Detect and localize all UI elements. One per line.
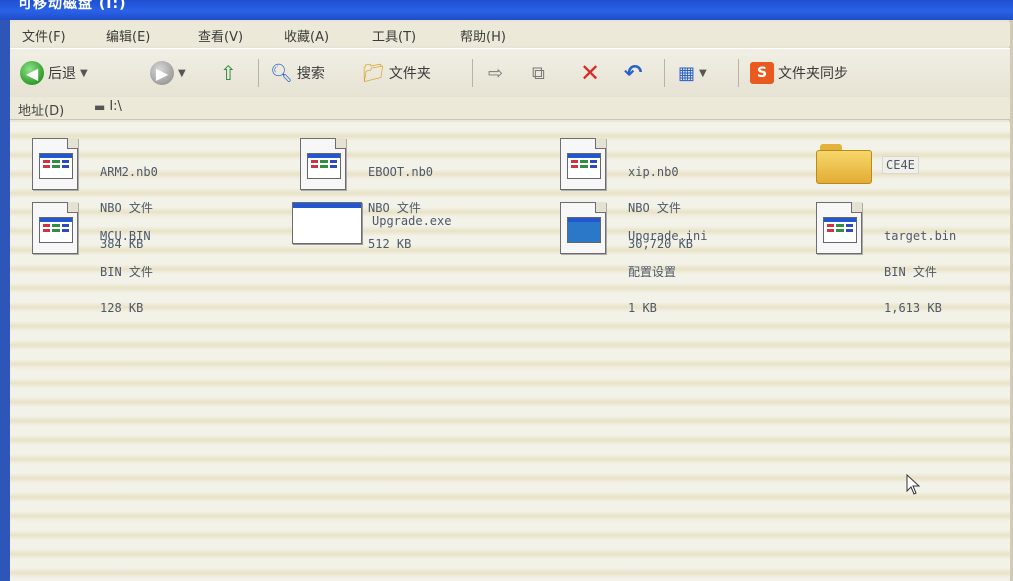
file-item[interactable]: Upgrade.ini 配置设置 1 KB (560, 196, 800, 314)
views-dropdown-icon[interactable]: ▼ (699, 68, 707, 79)
toolbar-separator (664, 59, 665, 87)
menu-view[interactable]: 查看(V) (198, 26, 243, 45)
file-name: ARM2.nb0 (100, 165, 158, 179)
folder-icon (816, 144, 872, 184)
move-to-button[interactable]: ⇨ (488, 59, 503, 87)
nb0-file-icon (32, 138, 78, 190)
views-button[interactable]: ▦ ▼ (678, 59, 707, 87)
menu-help[interactable]: 帮助(H) (460, 26, 506, 45)
window-left-border (0, 0, 10, 581)
folders-button[interactable]: 📁︎ 文件夹 (362, 59, 431, 87)
nb0-file-icon (560, 138, 606, 190)
file-item[interactable]: EBOOT.nb0 NBO 文件 512 KB (300, 132, 540, 250)
back-arrow-icon: ◀ (20, 61, 44, 85)
back-dropdown-icon[interactable]: ▼ (80, 68, 88, 79)
file-size: 1 KB (628, 301, 657, 315)
bin-file-icon (32, 202, 78, 254)
file-item[interactable]: MCU.BIN BIN 文件 128 KB (32, 196, 272, 314)
toolbar-separator (258, 59, 259, 87)
delete-icon: ✕ (580, 59, 601, 87)
search-icon: 🔍︎ (270, 62, 293, 84)
move-to-icon: ⇨ (488, 62, 504, 84)
forward-dropdown-icon[interactable]: ▼ (178, 68, 186, 79)
file-name: Upgrade.exe (372, 214, 452, 228)
folder-item[interactable]: CE4E (816, 132, 1013, 196)
address-bar: 地址(D) ▬ I:\ (10, 97, 1010, 120)
folder-sync-label: 文件夹同步 (778, 66, 848, 82)
file-type: BIN 文件 (884, 265, 937, 279)
delete-button[interactable]: ✕ (580, 59, 600, 87)
file-name: EBOOT.nb0 (368, 165, 434, 179)
drive-icon: ▬ (94, 99, 106, 114)
file-size: 128 KB (100, 301, 144, 315)
menu-edit[interactable]: 编辑(E) (106, 26, 150, 45)
forward-arrow-icon: ▶ (150, 61, 174, 85)
menu-bar: 文件(F) 编辑(E) 查看(V) 收藏(A) 工具(T) 帮助(H) (10, 22, 1010, 46)
address-path: I:\ (109, 99, 122, 114)
toolbar: ◀ 后退 ▼ ▶ ▼ ⇧ 🔍︎ 搜索 📁︎ 文件夹 ⇨ ⧉ ✕ ↶ ▦ ▼ S … (10, 48, 1010, 98)
exe-file-icon (292, 202, 362, 244)
folder-sync-button[interactable]: S 文件夹同步 (750, 59, 848, 87)
sync-app-icon: S (750, 62, 774, 84)
back-label: 后退 (48, 66, 76, 82)
address-field[interactable]: ▬ I:\ (94, 99, 122, 114)
explorer-window: 可移动磁盘 (I:) 文件(F) 编辑(E) 查看(V) 收藏(A) 工具(T)… (0, 0, 1013, 581)
forward-button[interactable]: ▶ ▼ (150, 59, 186, 87)
search-button[interactable]: 🔍︎ 搜索 (270, 59, 325, 87)
toolbar-separator (738, 59, 739, 87)
back-button[interactable]: ◀ 后退 ▼ (20, 59, 88, 87)
file-name: xip.nb0 (628, 165, 679, 179)
file-type: 配置设置 (628, 265, 677, 279)
nb0-file-icon (300, 138, 346, 190)
folder-name: CE4E (882, 156, 919, 174)
bin-file-icon (816, 202, 862, 254)
title-bar[interactable]: 可移动磁盘 (I:) (0, 0, 1013, 20)
toolbar-separator (472, 59, 473, 87)
copy-to-button[interactable]: ⧉ (532, 59, 545, 87)
ini-file-icon (560, 202, 606, 254)
file-name: MCU.BIN (100, 229, 151, 243)
menu-tools[interactable]: 工具(T) (372, 26, 416, 45)
file-size: 1,613 KB (884, 301, 942, 315)
file-item[interactable]: Upgrade.exe (292, 196, 532, 260)
undo-icon: ↶ (624, 60, 643, 86)
copy-to-icon: ⧉ (532, 62, 545, 84)
file-name: Upgrade.ini (628, 229, 708, 243)
file-list: ARM2.nb0 NBO 文件 384 KB EBOOT.nb0 NBO 文件 … (10, 122, 1010, 581)
undo-button[interactable]: ↶ (624, 59, 642, 87)
file-item[interactable]: ARM2.nb0 NBO 文件 384 KB (32, 132, 272, 250)
file-type: BIN 文件 (100, 265, 153, 279)
window-title: 可移动磁盘 (I:) (18, 0, 127, 12)
address-label: 地址(D) (18, 104, 65, 119)
search-label: 搜索 (296, 66, 325, 82)
folders-label: 文件夹 (388, 66, 431, 82)
up-folder-icon: ⇧ (220, 61, 237, 85)
menu-file[interactable]: 文件(F) (22, 26, 66, 45)
mouse-pointer-icon (906, 474, 921, 495)
file-item[interactable]: xip.nb0 NBO 文件 30,720 KB (560, 132, 800, 250)
menu-favorites[interactable]: 收藏(A) (284, 26, 329, 45)
folder-icon: 📁︎ (362, 62, 385, 84)
views-icon: ▦ (678, 62, 696, 84)
file-name: target.bin (884, 229, 957, 243)
up-folder-button[interactable]: ⇧ (220, 59, 237, 87)
file-item[interactable]: target.bin BIN 文件 1,613 KB (816, 196, 1013, 314)
